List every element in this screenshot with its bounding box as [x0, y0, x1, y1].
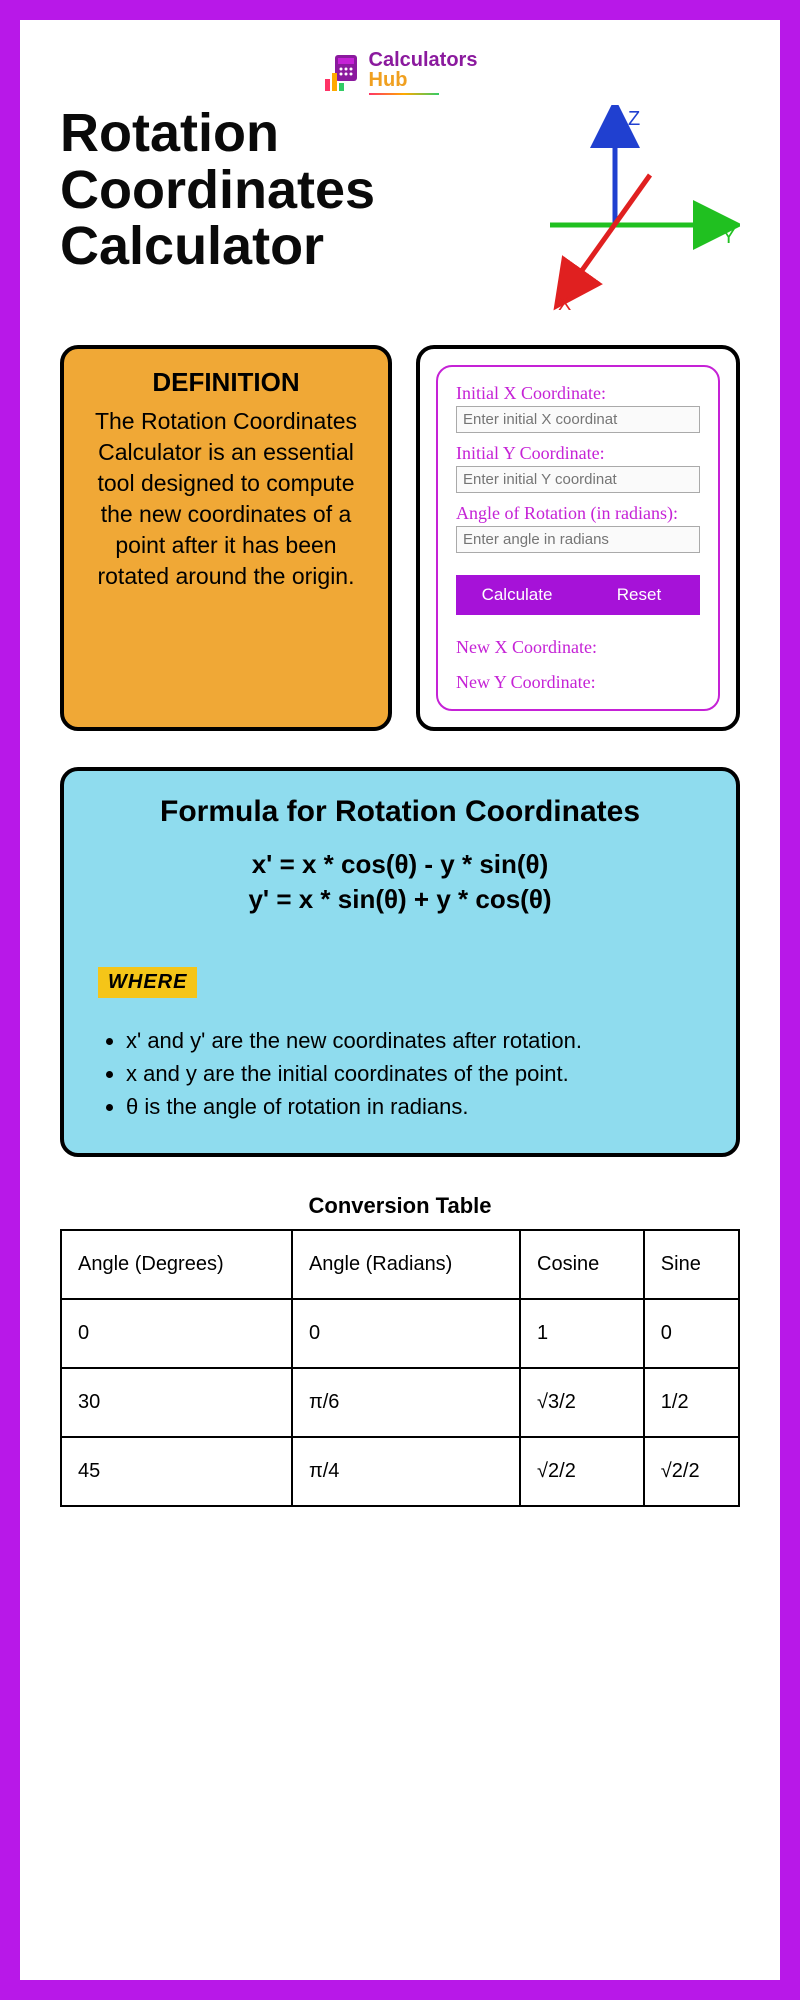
label-initial-x: Initial X Coordinate:	[456, 383, 700, 404]
th-sine: Sine	[644, 1230, 739, 1299]
formula-heading: Formula for Rotation Coordinates	[98, 795, 702, 829]
bullet-2: x and y are the initial coordinates of t…	[126, 1057, 702, 1090]
table-row: 0 0 1 0	[61, 1299, 739, 1368]
logo-underline	[369, 93, 439, 95]
th-degrees: Angle (Degrees)	[61, 1230, 292, 1299]
page-title: Rotation Coordinates Calculator	[60, 105, 480, 275]
formula-eq-1: x' = x * cos(θ) - y * sin(θ)	[98, 847, 702, 882]
formula-bullets: x' and y' are the new coordinates after …	[98, 1024, 702, 1123]
label-angle: Angle of Rotation (in radians):	[456, 503, 700, 524]
th-cosine: Cosine	[520, 1230, 644, 1299]
logo-text-1: Calculators	[369, 50, 478, 70]
table-title: Conversion Table	[60, 1193, 740, 1219]
calculate-button[interactable]: Calculate	[456, 575, 578, 615]
table-header-row: Angle (Degrees) Angle (Radians) Cosine S…	[61, 1230, 739, 1299]
input-angle[interactable]	[456, 526, 700, 553]
axis-z-label: Z	[628, 108, 640, 130]
definition-body: The Rotation Coordinates Calculator is a…	[84, 406, 368, 592]
logo: Calculators Hub	[60, 50, 740, 95]
label-initial-y: Initial Y Coordinate:	[456, 443, 700, 464]
definition-heading: DEFINITION	[84, 367, 368, 398]
label-new-y: New Y Coordinate:	[456, 672, 700, 693]
bullet-3: θ is the angle of rotation in radians.	[126, 1090, 702, 1123]
table-row: 45 π/4 √2/2 √2/2	[61, 1437, 739, 1506]
axis-y-label: Y	[722, 226, 735, 248]
input-initial-x[interactable]	[456, 406, 700, 433]
calculator-panel: Initial X Coordinate: Initial Y Coordina…	[416, 345, 740, 731]
logo-text-2: Hub	[369, 70, 478, 90]
reset-button[interactable]: Reset	[578, 575, 700, 615]
where-label: WHERE	[98, 967, 197, 998]
formula-eq-2: y' = x * sin(θ) + y * cos(θ)	[98, 882, 702, 917]
logo-icon	[323, 53, 363, 93]
th-radians: Angle (Radians)	[292, 1230, 520, 1299]
definition-box: DEFINITION The Rotation Coordinates Calc…	[60, 345, 392, 731]
table-row: 30 π/6 √3/2 1/2	[61, 1368, 739, 1437]
formula-box: Formula for Rotation Coordinates x' = x …	[60, 767, 740, 1157]
axis-diagram-icon: Z Y X	[500, 105, 740, 315]
axis-x-label: X	[558, 293, 571, 315]
conversion-table: Angle (Degrees) Angle (Radians) Cosine S…	[60, 1229, 740, 1507]
input-initial-y[interactable]	[456, 466, 700, 493]
bullet-1: x' and y' are the new coordinates after …	[126, 1024, 702, 1057]
label-new-x: New X Coordinate:	[456, 637, 700, 658]
